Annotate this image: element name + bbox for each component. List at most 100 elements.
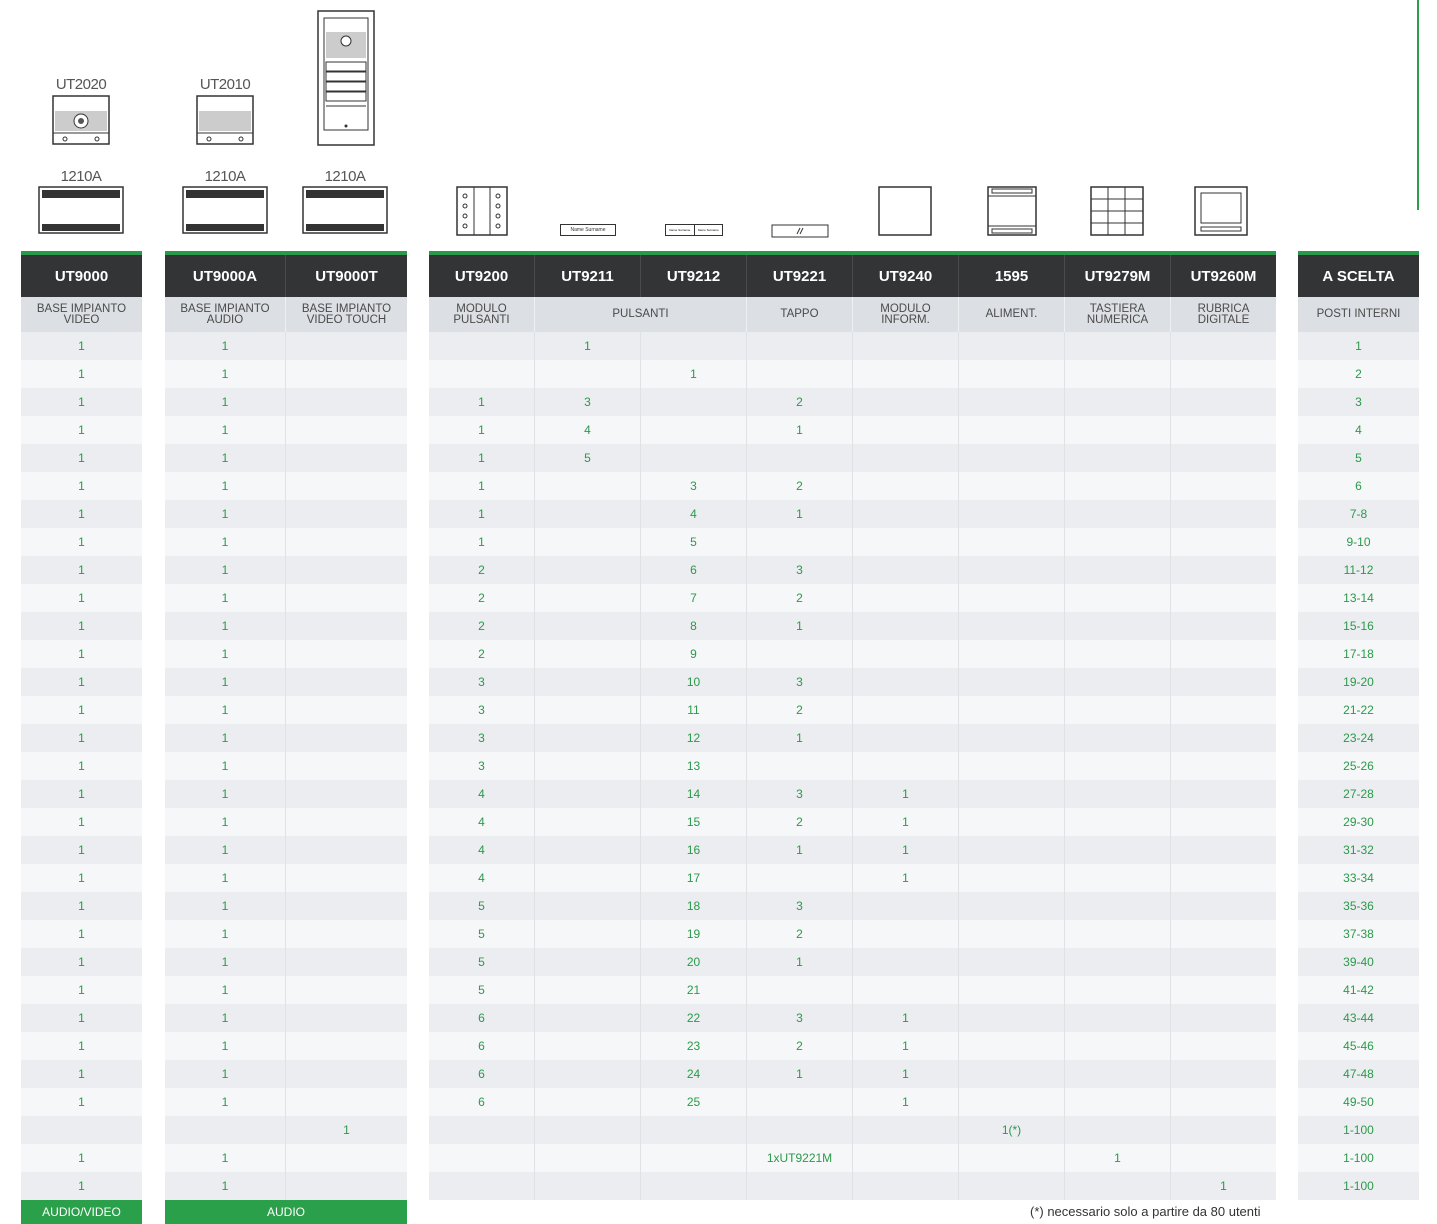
- table-cell: [959, 780, 1065, 808]
- table-cell: [1171, 724, 1276, 752]
- product-label-1210a-2: 1210A: [204, 168, 246, 185]
- table-row: 1-100: [1298, 1116, 1419, 1144]
- table-cell: 19-20: [1343, 675, 1374, 689]
- table-row: 1: [429, 332, 1276, 360]
- table-row: 3 10 3: [429, 668, 1276, 696]
- table-row: 1: [21, 668, 142, 696]
- table-cell: 1: [165, 332, 286, 360]
- table-cell: [641, 1144, 747, 1172]
- table-row: 15: [429, 528, 1276, 556]
- table-row: 1 32: [429, 472, 1276, 500]
- table-cell: [959, 668, 1065, 696]
- table-cell: 1: [78, 843, 85, 857]
- table-cell: 1: [165, 696, 286, 724]
- table-cell: 7: [641, 584, 747, 612]
- table-cell: [853, 528, 959, 556]
- table-cell: [535, 1144, 641, 1172]
- table-cell: [535, 724, 641, 752]
- table-cell: [747, 864, 853, 892]
- table-row: 5 19 2: [429, 920, 1276, 948]
- power-supply-icon-1: [38, 186, 124, 234]
- table-cell: 5: [429, 948, 535, 976]
- digital-directory-icon: [1194, 186, 1248, 236]
- table-cell: 11-12: [1343, 563, 1374, 577]
- table-cell: [535, 1060, 641, 1088]
- table-cell: 1: [78, 1039, 85, 1053]
- table-cell: [959, 1060, 1065, 1088]
- table-cell: [1171, 836, 1276, 864]
- table-cell: [1065, 976, 1171, 1004]
- table-row: 1: [165, 640, 407, 668]
- table-cell: [1065, 1116, 1171, 1144]
- table-cell: [959, 920, 1065, 948]
- table-cell: [959, 640, 1065, 668]
- table-cell: 6: [429, 1032, 535, 1060]
- table-cell: [1171, 584, 1276, 612]
- table-cell: 2: [747, 808, 853, 836]
- table-cell: [853, 668, 959, 696]
- table-cell: [1065, 332, 1171, 360]
- table-cell: [641, 388, 747, 416]
- table-row: 1: [165, 612, 407, 640]
- table-cell: [535, 1172, 641, 1200]
- table-body: 1 1 1 1 1 1 1 1 1 1 1 1 1 1 1 1 1 1 1 1 1 1 1 1 1 1 1 1 1 1: [21, 332, 142, 1200]
- table-cell: [1065, 1004, 1171, 1032]
- table-row: 1: [21, 388, 142, 416]
- table-cell: 4: [429, 836, 535, 864]
- table-cell: [1065, 612, 1171, 640]
- table-cell: [535, 808, 641, 836]
- table-row: 1: [165, 472, 407, 500]
- table-cell: 1: [165, 724, 286, 752]
- table-cell: 1: [165, 976, 286, 1004]
- table-row: 45-46: [1298, 1032, 1419, 1060]
- table-row: 272: [429, 584, 1276, 612]
- table-cell: 25-26: [1343, 759, 1374, 773]
- table-row: 25-26: [1298, 752, 1419, 780]
- table-cell: 1: [78, 703, 85, 717]
- table-cell: [1171, 780, 1276, 808]
- table-cell: 6: [429, 1004, 535, 1032]
- table-row: 1: [165, 444, 407, 472]
- table-cell: [1171, 892, 1276, 920]
- table-cell: 5: [1355, 451, 1362, 465]
- table-cell: 1-100: [1343, 1179, 1374, 1193]
- table-cell: 5: [535, 444, 641, 472]
- table-cell: 1: [747, 416, 853, 444]
- table-cell: [853, 696, 959, 724]
- table-cell: 1: [165, 892, 286, 920]
- table-cell: [286, 444, 407, 472]
- table-row: 6 25 1: [429, 1088, 1276, 1116]
- table-cell: 3: [429, 724, 535, 752]
- table-cell: [1065, 920, 1171, 948]
- table-cell: 1: [853, 1004, 959, 1032]
- table-cell: [429, 1116, 535, 1144]
- table-cell: [535, 780, 641, 808]
- table-row: 1: [21, 808, 142, 836]
- table-cell: 1: [78, 647, 85, 661]
- table-cell: [1171, 976, 1276, 1004]
- table-row: 1: [21, 780, 142, 808]
- table-cell: [1171, 556, 1276, 584]
- table-row: 5 21: [429, 976, 1276, 1004]
- table-cell: [1065, 696, 1171, 724]
- table-cell: 6: [641, 556, 747, 584]
- table-cell: 15-16: [1343, 619, 1374, 633]
- table-cell: 1: [1220, 1179, 1227, 1193]
- table-row: 1: [21, 612, 142, 640]
- table-cell: 22: [641, 1004, 747, 1032]
- ut2020-unit-icon: [52, 95, 110, 145]
- table-cell: [853, 724, 959, 752]
- table-cell: 1: [78, 927, 85, 941]
- double-nameplate-icon: Name Surname Name Surname: [665, 224, 723, 236]
- table-cell: [1171, 640, 1276, 668]
- table-row: 37-38: [1298, 920, 1419, 948]
- table-cell: 1: [78, 479, 85, 493]
- table-cell: 1: [165, 1088, 286, 1116]
- table-cell: 1: [747, 500, 853, 528]
- table-cell: 29-30: [1343, 815, 1374, 829]
- table-row: 1: [429, 1172, 1276, 1200]
- table-cell: [286, 808, 407, 836]
- cap-icon: [771, 224, 829, 238]
- table-cell: [286, 976, 407, 1004]
- table-row: 1: [21, 500, 142, 528]
